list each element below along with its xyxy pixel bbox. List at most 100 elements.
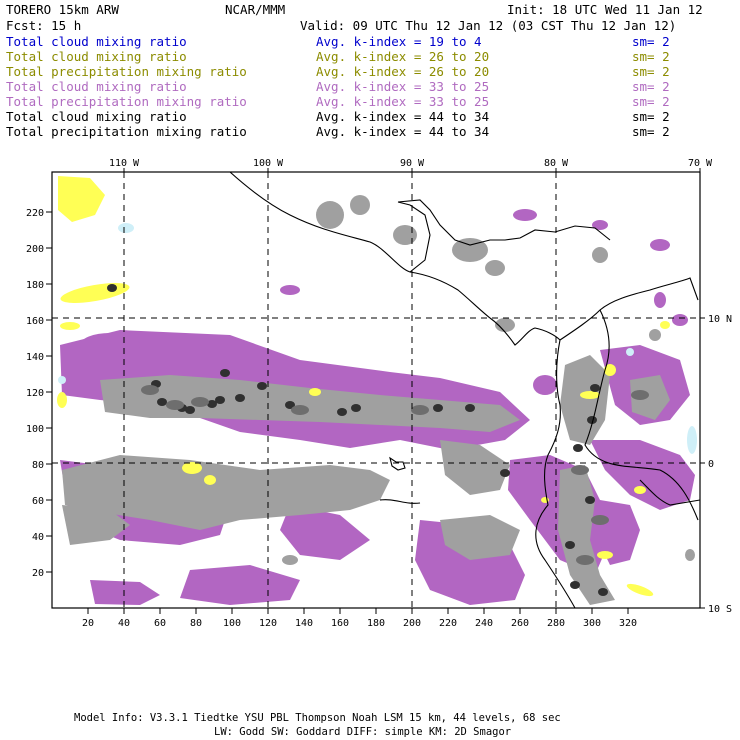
legend-row-3-field: Total precipitation mixing ratio [6,64,247,79]
legend-row-7-sm: sm= 2 [632,124,670,139]
cloud-cell [282,555,298,565]
thick-cloud-cell [291,405,309,415]
dense-cloud-core [107,284,117,292]
thick-cloud-cell [191,397,209,407]
cloud-cell [60,322,80,330]
dense-cloud-core [337,408,347,416]
cloud-cell [660,321,670,329]
dense-cloud-core [565,541,575,549]
longitude-label: 80 W [544,158,569,169]
cloud-cell [592,220,608,230]
x-tick-label: 260 [511,618,529,629]
dense-cloud-core [235,394,245,402]
physics-info-line: LW: Godd SW: Goddard DIFF: simple KM: 2D… [214,726,511,738]
legend-row-7-index: Avg. k-index = 44 to 34 [316,124,489,139]
x-tick-label: 200 [403,618,421,629]
legend-row-6-sm: sm= 2 [632,109,670,124]
cloud-cell [580,391,600,399]
valid-time: Valid: 09 UTC Thu 12 Jan 12 (03 CST Thu … [300,18,676,33]
cloud-cell [634,486,646,494]
cloud-cell [280,285,300,295]
legend-row-6-index: Avg. k-index = 44 to 34 [316,109,489,124]
x-tick-label: 40 [118,618,130,629]
ice-cell [118,223,134,233]
y-tick-label: 220 [26,208,44,219]
y-tick-label: 80 [32,460,44,471]
legend-row-6-field: Total cloud mixing ratio [6,109,187,124]
dense-cloud-core [257,382,267,390]
cloud-cell [685,549,695,561]
x-tick-label: 320 [619,618,637,629]
map-panel: 20 40 60 80 100 120 140 160 180 200 220 240 260 280 30… [26,158,732,629]
cloud-cell [533,375,557,395]
y-tick-label: 100 [26,424,44,435]
longitude-label: 90 W [400,158,425,169]
legend-row-7-field: Total precipitation mixing ratio [6,124,247,139]
dense-cloud-core [465,404,475,412]
cloud-cell [182,462,202,474]
legend-row-3-index: Avg. k-index = 26 to 20 [316,64,489,79]
dense-cloud-core [590,384,600,392]
init-time: Init: 18 UTC Wed 11 Jan 12 [507,2,703,17]
dense-cloud-core [157,398,167,406]
legend-row-5-index: Avg. k-index = 33 to 25 [316,94,489,109]
ice-cell [58,376,66,384]
x-tick-label: 160 [331,618,349,629]
thick-cloud-cell [576,555,594,565]
ice-cell [626,348,634,356]
cloud-cell [80,333,140,357]
legend-row-2-index: Avg. k-index = 26 to 20 [316,49,489,64]
cloud-cell [309,388,321,396]
latitude-label: 0 [708,459,714,470]
cloud-cell [350,195,370,215]
cloud-cell [650,239,670,251]
x-tick-label: 80 [190,618,202,629]
legend-row-4-field: Total cloud mixing ratio [6,79,187,94]
thick-cloud-cell [571,465,589,475]
legend-row-4-index: Avg. k-index = 33 to 25 [316,79,489,94]
cloud-cell [597,551,613,559]
x-tick-label: 20 [82,618,94,629]
x-tick-label: 220 [439,618,457,629]
dense-cloud-core [500,469,510,477]
thick-cloud-cell [591,515,609,525]
ice-cell [687,426,697,454]
legend-row-2-field: Total cloud mixing ratio [6,49,187,64]
model-name: TORERO 15km ARW [6,2,119,17]
y-tick-label: 40 [32,532,44,543]
legend-row-2-sm: sm= 2 [632,49,670,64]
model-info-line: Model Info: V3.3.1 Tiedtke YSU PBL Thomp… [74,712,561,724]
x-tick-label: 300 [583,618,601,629]
x-tick-label: 60 [154,618,166,629]
longitude-label: 70 W [688,158,713,169]
legend-row-1-sm: sm= 2 [632,34,670,49]
cloud-cell [204,475,216,485]
dense-cloud-core [573,444,583,452]
longitude-label: 110 W [109,158,140,169]
cloud-cell [592,247,608,263]
x-tick-label: 140 [295,618,313,629]
y-tick-label: 160 [26,316,44,327]
cloud-cell [649,329,661,341]
longitude-label: 100 W [253,158,284,169]
x-tick-label: 180 [367,618,385,629]
dense-cloud-core [598,588,608,596]
x-tick-label: 100 [223,618,241,629]
dense-cloud-core [220,369,230,377]
legend-row-5-sm: sm= 2 [632,94,670,109]
thick-cloud-cell [166,400,184,410]
y-tick-label: 180 [26,280,44,291]
cloud-cell [485,260,505,276]
y-tick-label: 20 [32,568,44,579]
legend-row-3-sm: sm= 2 [632,64,670,79]
legend-row-1-index: Avg. k-index = 19 to 4 [316,34,482,49]
cloud-cell [57,392,67,408]
header: TORERO 15km ARW NCAR/MMM Init: 18 UTC We… [6,2,703,33]
y-tick-label: 200 [26,244,44,255]
x-tick-label: 120 [259,618,277,629]
dense-cloud-core [433,404,443,412]
latitude-label: 10 S [708,604,732,615]
cloud-cell [393,225,417,245]
y-tick-label: 120 [26,388,44,399]
thick-cloud-cell [141,385,159,395]
